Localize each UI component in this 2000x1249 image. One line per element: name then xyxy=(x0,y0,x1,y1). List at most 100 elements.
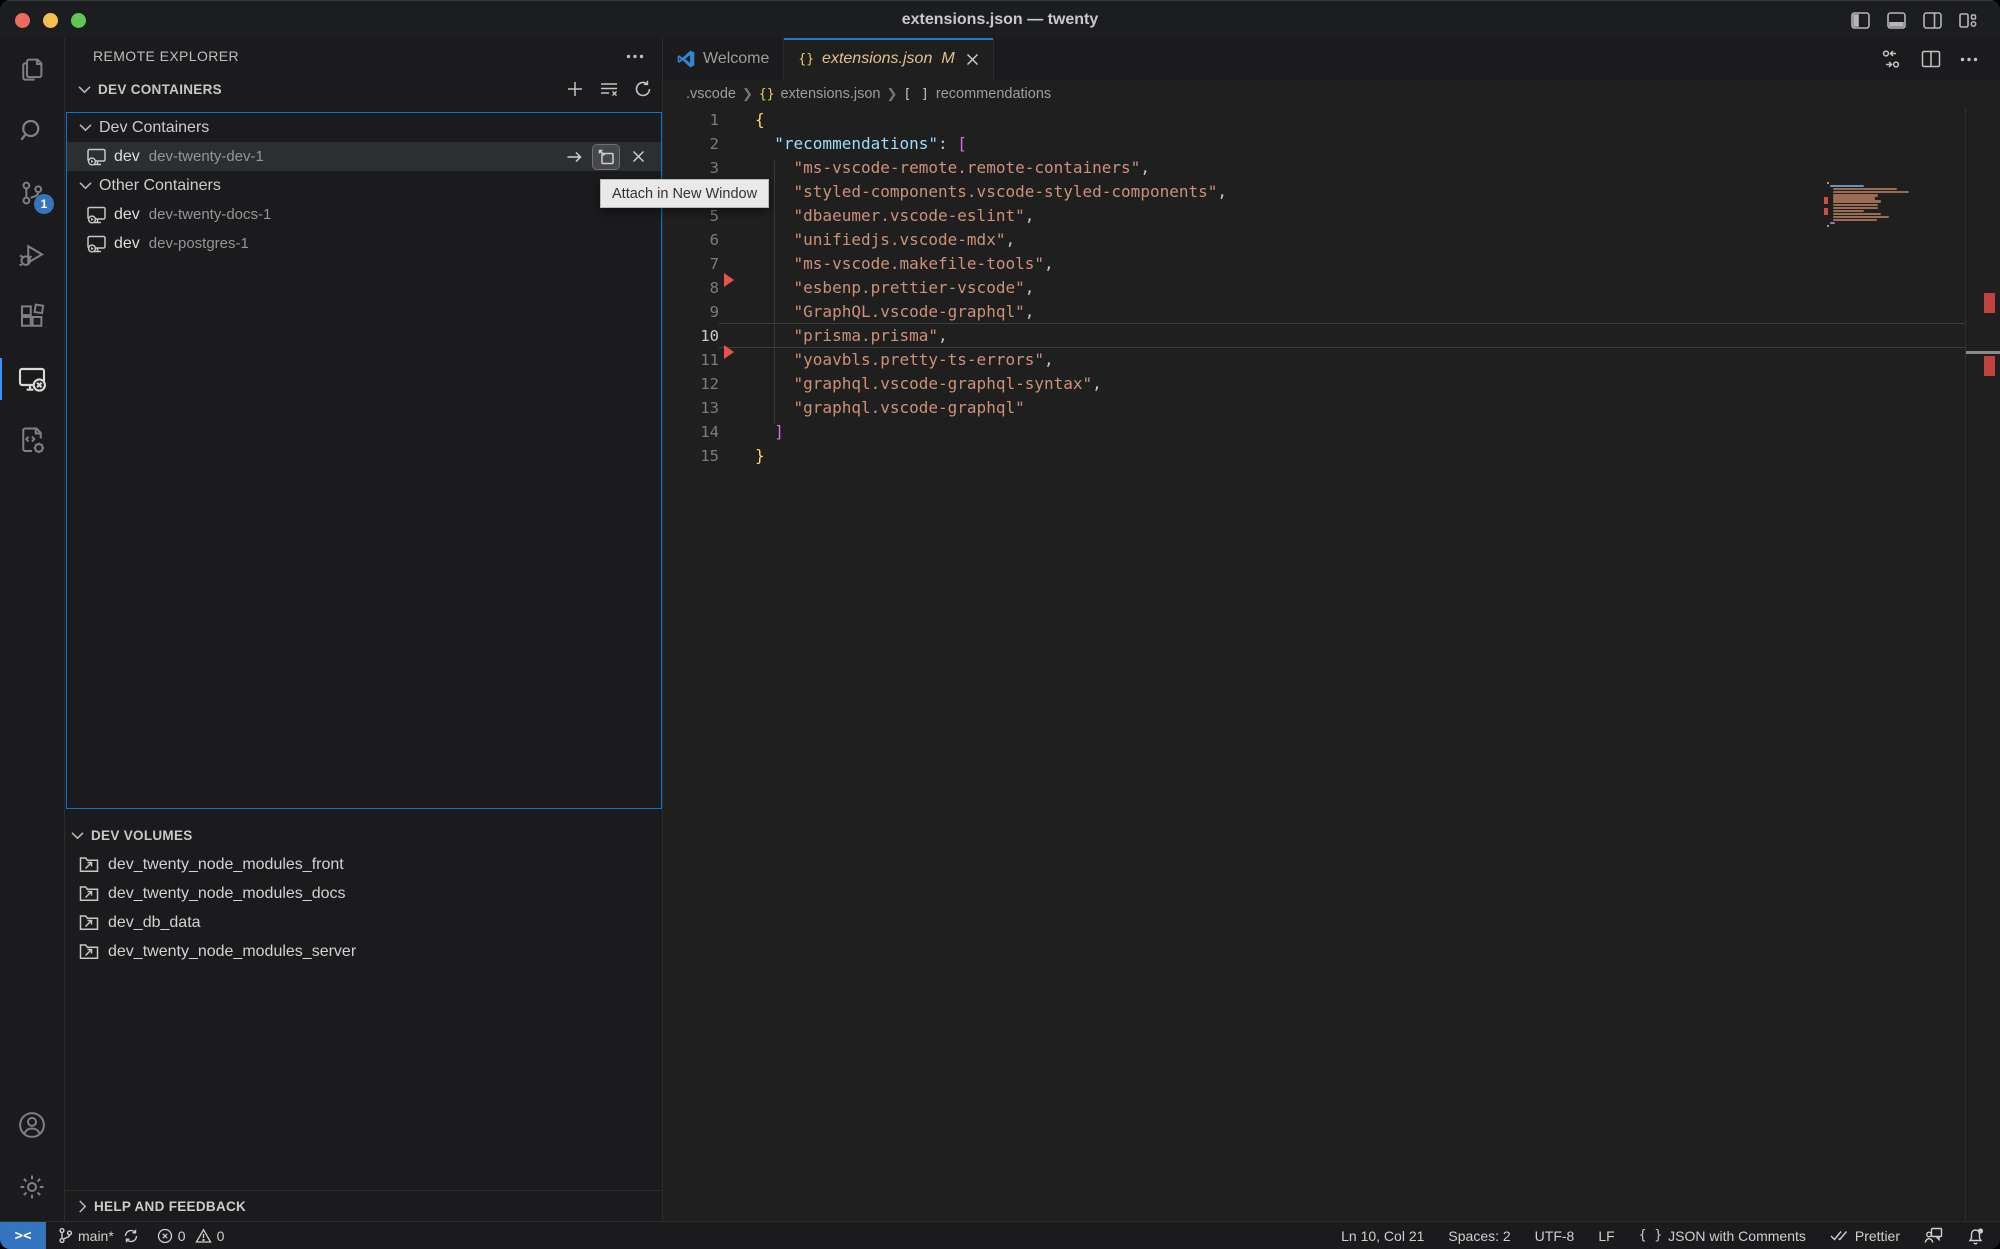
toggle-primary-sidebar-icon[interactable] xyxy=(1851,12,1870,29)
more-actions-icon[interactable] xyxy=(1960,57,1978,62)
errors-icon xyxy=(157,1228,173,1244)
code-text: "ms-vscode.makefile-tools", xyxy=(755,252,1054,276)
minimap-line xyxy=(1833,191,1909,193)
volume-icon xyxy=(79,856,99,873)
double-check-icon xyxy=(1830,1229,1849,1242)
minimap-line xyxy=(1833,210,1864,212)
sidebar-item-remote-explorer[interactable] xyxy=(0,348,64,410)
volume-name: dev_twenty_node_modules_front xyxy=(108,856,344,874)
minimap-line xyxy=(1830,185,1864,187)
window-title: extensions.json — twenty xyxy=(0,11,2000,29)
tab-extensions-json[interactable]: {} extensions.json M xyxy=(784,38,993,80)
sidebar-item-explorer[interactable] xyxy=(0,38,64,100)
tree-group-other-containers[interactable]: Other Containers xyxy=(67,171,661,200)
overview-ruler[interactable] xyxy=(1965,108,2000,1222)
status-item-lf[interactable]: LF xyxy=(1598,1228,1614,1244)
breadcrumb-item[interactable]: recommendations xyxy=(936,86,1051,102)
status-item-label: Spaces: 2 xyxy=(1448,1228,1510,1244)
breadcrumb-item[interactable]: .vscode xyxy=(686,86,736,102)
remote-indicator[interactable]: >< xyxy=(0,1222,46,1249)
status-item-ln-10-col-21[interactable]: Ln 10, Col 21 xyxy=(1341,1228,1424,1244)
feedback-button[interactable] xyxy=(1924,1227,1943,1244)
container-name: dev xyxy=(114,235,140,253)
code-text: "GraphQL.vscode-graphql", xyxy=(755,300,1034,324)
gutter-marker-arrow-icon xyxy=(724,273,734,287)
accounts-button[interactable] xyxy=(0,1094,64,1156)
volume-row[interactable]: dev_twenty_node_modules_front xyxy=(65,850,662,879)
status-item-prettier[interactable]: Prettier xyxy=(1830,1228,1900,1244)
warnings-icon xyxy=(195,1228,212,1244)
close-tab-icon[interactable] xyxy=(966,53,979,66)
line-number: 11 xyxy=(663,348,719,372)
code-line: 5 "dbaeumer.vscode-eslint", xyxy=(663,204,2000,228)
add-container-icon[interactable] xyxy=(566,80,584,98)
sidebar-item-containers-config[interactable] xyxy=(0,410,64,472)
tab-bar: Welcome {} extensions.json M xyxy=(663,38,2000,80)
branch-name: main* xyxy=(78,1228,114,1244)
toggle-secondary-sidebar-icon[interactable] xyxy=(1923,12,1942,29)
notifications-button[interactable] xyxy=(1967,1227,1984,1245)
status-item-utf-8[interactable]: UTF-8 xyxy=(1535,1228,1575,1244)
clear-list-icon[interactable] xyxy=(599,80,619,98)
sidebar-item-extensions[interactable] xyxy=(0,286,64,348)
branch-status-item[interactable]: main* xyxy=(58,1227,139,1244)
code-editor[interactable]: 1{2 "recommendations": [3 "ms-vscode-rem… xyxy=(663,108,2000,1222)
volume-row[interactable]: dev_twenty_node_modules_server xyxy=(65,937,662,966)
customize-layout-icon[interactable] xyxy=(1959,12,1978,29)
sidebar-item-source-control[interactable]: 1 xyxy=(0,162,64,224)
attach-new-window-button[interactable] xyxy=(593,145,619,169)
status-item-label: Prettier xyxy=(1855,1228,1900,1244)
sync-icon[interactable] xyxy=(123,1228,139,1244)
section-dev-containers[interactable]: DEV CONTAINERS xyxy=(65,74,662,104)
chevron-right-icon xyxy=(78,1200,87,1213)
minimap-line xyxy=(1833,207,1878,209)
minimap[interactable] xyxy=(1824,182,1964,228)
tab-welcome[interactable]: Welcome xyxy=(663,38,784,80)
split-editor-icon[interactable] xyxy=(1921,49,1941,69)
zoom-window-button[interactable] xyxy=(71,13,86,28)
code-line: 13 "graphql.vscode-graphql" xyxy=(663,396,2000,420)
minimap-line xyxy=(1833,219,1876,221)
gear-icon xyxy=(17,1172,47,1202)
volume-row[interactable]: dev_db_data xyxy=(65,908,662,937)
editor-group: Welcome {} extensions.json M .vscode❯{}e… xyxy=(663,38,2000,1222)
sidebar-item-search[interactable] xyxy=(0,100,64,162)
status-item-spaces-2[interactable]: Spaces: 2 xyxy=(1448,1228,1510,1244)
open-changes-icon[interactable] xyxy=(1880,48,1902,70)
container-row[interactable]: devdev-twenty-dev-1 xyxy=(67,142,661,171)
container-row[interactable]: devdev-postgres-1 xyxy=(67,229,661,258)
tree-group-label: Dev Containers xyxy=(99,119,209,137)
close-window-button[interactable] xyxy=(15,13,30,28)
section-help-and-feedback[interactable]: HELP AND FEEDBACK xyxy=(65,1190,662,1222)
toggle-panel-icon[interactable] xyxy=(1887,12,1906,29)
remote-explorer-sidebar: REMOTE EXPLORER DEV CONTAINERS Dev Conta… xyxy=(65,38,663,1222)
sidebar-item-run-debug[interactable] xyxy=(0,224,64,286)
volume-name: dev_twenty_node_modules_docs xyxy=(108,885,346,903)
breadcrumb-item[interactable]: extensions.json xyxy=(781,86,881,102)
stop-container-button[interactable] xyxy=(625,145,651,169)
tree-group-dev-containers[interactable]: Dev Containers xyxy=(67,113,661,142)
line-number: 6 xyxy=(663,228,719,252)
volume-row[interactable]: dev_twenty_node_modules_docs xyxy=(65,879,662,908)
code-text: "graphql.vscode-graphql" xyxy=(755,396,1025,420)
problems-status-item[interactable]: 0 0 xyxy=(157,1228,225,1244)
container-icon xyxy=(86,205,107,225)
array-icon: [ ] xyxy=(903,87,929,102)
code-line: 4 "styled-components.vscode-styled-compo… xyxy=(663,180,2000,204)
refresh-icon[interactable] xyxy=(634,80,652,98)
code-text: "recommendations": [ xyxy=(755,132,967,156)
tab-label: extensions.json xyxy=(822,50,932,68)
status-item-json-with-comments[interactable]: { }JSON with Comments xyxy=(1639,1228,1806,1244)
settings-button[interactable] xyxy=(0,1156,64,1218)
code-line: 1{ xyxy=(663,108,2000,132)
line-number: 2 xyxy=(663,132,719,156)
minimap-line xyxy=(1833,216,1889,218)
code-text: ] xyxy=(755,420,784,444)
section-dev-volumes[interactable]: DEV VOLUMES xyxy=(65,820,662,850)
container-row[interactable]: devdev-twenty-docs-1 xyxy=(67,200,661,229)
minimap-line xyxy=(1833,213,1881,215)
minimap-line xyxy=(1827,225,1829,227)
attach-container-button[interactable] xyxy=(561,145,587,169)
minimize-window-button[interactable] xyxy=(43,13,58,28)
sidebar-more-actions-icon[interactable] xyxy=(626,54,644,59)
